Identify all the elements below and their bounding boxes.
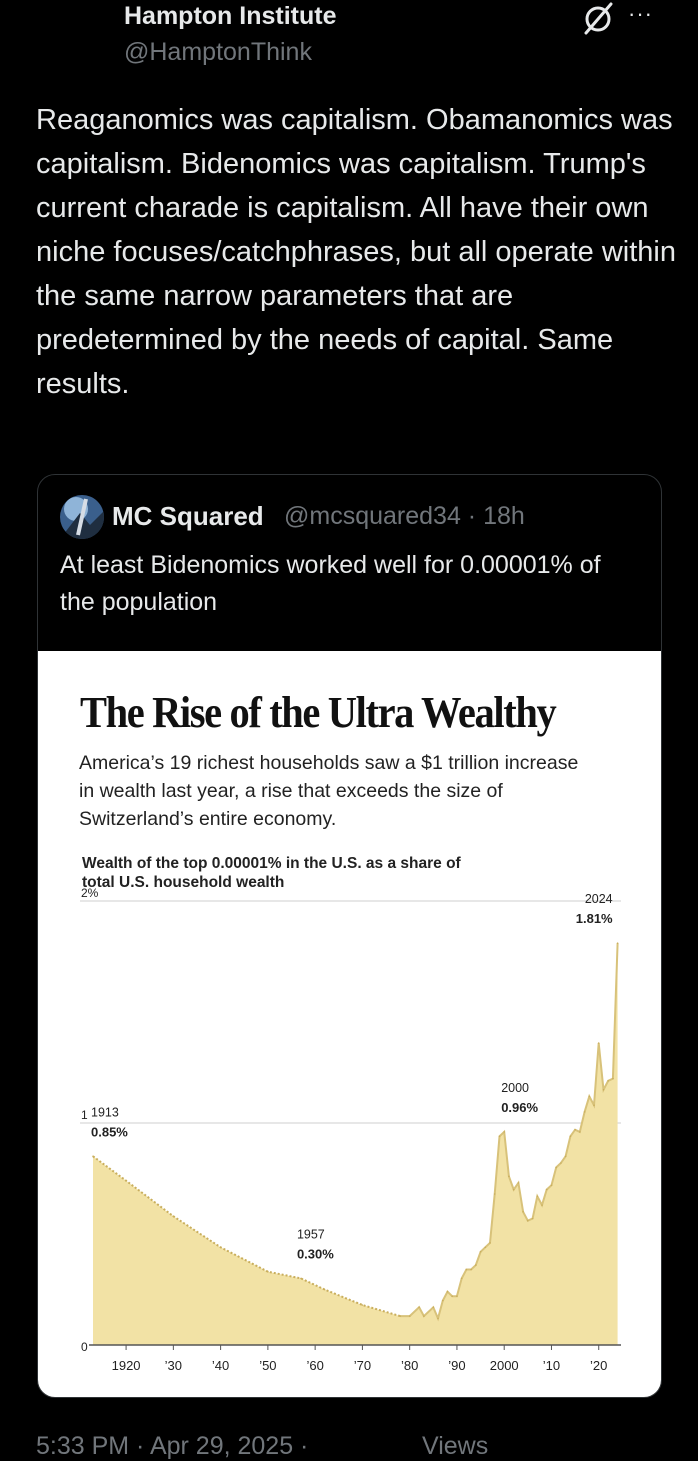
annotation-year: 2024 [585,892,613,906]
avatar[interactable] [60,495,104,539]
data-point [545,1188,548,1191]
post-text: Reaganomics was capitalism. Obamanomics … [36,104,676,400]
chart-plot: 0 1 2% 1920 ’30 ’40 ’50 ’60 ’70 ’80 ’90 2000 ’10 ’20 1… [80,886,621,1373]
data-point [560,1162,562,1164]
data-point [503,1131,506,1133]
data-point [423,1315,425,1317]
x-tick-label: ’40 [212,1358,229,1373]
series-area [93,943,618,1345]
author-display-name[interactable]: Hampton Institute [124,2,337,31]
data-point [607,1080,609,1082]
data-point [437,1317,439,1320]
data-point [550,1184,553,1186]
data-point [267,1270,269,1273]
quote-author-name[interactable]: MC Squared [112,501,264,532]
data-point [460,1277,463,1280]
data-point [597,1042,600,1044]
data-point [602,1088,605,1091]
views-label: Views [422,1432,489,1460]
annotation-value: 0.30% [297,1246,334,1261]
quote-text: At least Bidenomics worked well for 0.00… [60,551,601,616]
quoted-post[interactable]: MC Squared @mcsquared34 · 18h At least B… [37,474,662,1398]
x-tick-label: 1920 [112,1358,141,1373]
x-tick-label: ’30 [165,1358,182,1373]
grok-icon[interactable] [580,0,616,36]
data-point [569,1135,572,1138]
data-point [579,1131,581,1133]
data-point [493,1193,496,1195]
annotation-value: 0.96% [501,1100,538,1115]
data-point [219,1246,222,1249]
x-tick-label: ’10 [543,1358,560,1373]
annotation-year: 2000 [501,1081,529,1095]
annotation-value: 0.85% [91,1124,128,1139]
data-point [442,1299,444,1302]
data-point [361,1304,364,1306]
data-point [512,1188,515,1191]
data-point [541,1204,543,1206]
data-point [616,942,619,944]
annotation-year: 1957 [297,1227,325,1241]
data-point [583,1111,586,1113]
x-tick-label: 2000 [490,1358,519,1373]
post-header: Hampton Institute @HamptonThink ··· [0,0,698,80]
data-point [612,1077,614,1080]
data-point [125,1179,127,1182]
data-point [408,1315,411,1317]
post-timestamp[interactable]: 5:33 PM · Apr 29, 2025 · [36,1432,308,1461]
data-point [323,1288,326,1291]
data-point [484,1246,487,1249]
annotation-value: 1.81% [576,911,613,926]
data-point [555,1166,557,1169]
data-point [451,1295,454,1297]
x-tick-label: ’70 [354,1358,371,1373]
data-point [527,1219,529,1222]
x-tick-label: ’20 [590,1358,607,1373]
data-point [531,1217,534,1220]
data-point [418,1306,420,1309]
data-point [172,1215,175,1217]
more-icon[interactable]: ··· [628,3,662,25]
data-point [588,1095,591,1098]
x-tick-label: ’90 [448,1358,465,1373]
annotation-year: 1913 [91,1105,119,1119]
x-tick-label: ’80 [401,1358,418,1373]
data-point [498,1135,501,1138]
y-tick-label: 2% [81,886,99,900]
data-point [574,1128,576,1131]
x-tick-label: ’50 [259,1358,276,1373]
data-point [517,1182,520,1184]
data-point [432,1306,435,1309]
chart-image[interactable]: The Rise of the Ultra Wealthy America’s … [38,651,661,1397]
data-point [456,1295,458,1297]
author-handle[interactable]: @HamptonThink [124,38,312,67]
y-tick-label: 1 [81,1108,88,1122]
data-point [475,1264,477,1266]
data-point [489,1242,491,1244]
data-point [479,1251,482,1253]
data-point [508,1175,510,1178]
data-point [92,1155,94,1158]
data-point [446,1290,449,1293]
quote-author-meta[interactable]: @mcsquared34 · 18h [284,502,525,531]
x-tick-label: ’60 [306,1358,323,1373]
data-point [593,1104,595,1106]
data-point [536,1195,539,1198]
data-point [300,1277,302,1280]
data-point [564,1155,567,1158]
y-tick-label: 0 [81,1340,88,1354]
data-point [399,1315,402,1317]
data-point [465,1268,468,1271]
data-point [470,1268,472,1271]
data-point [522,1211,524,1213]
